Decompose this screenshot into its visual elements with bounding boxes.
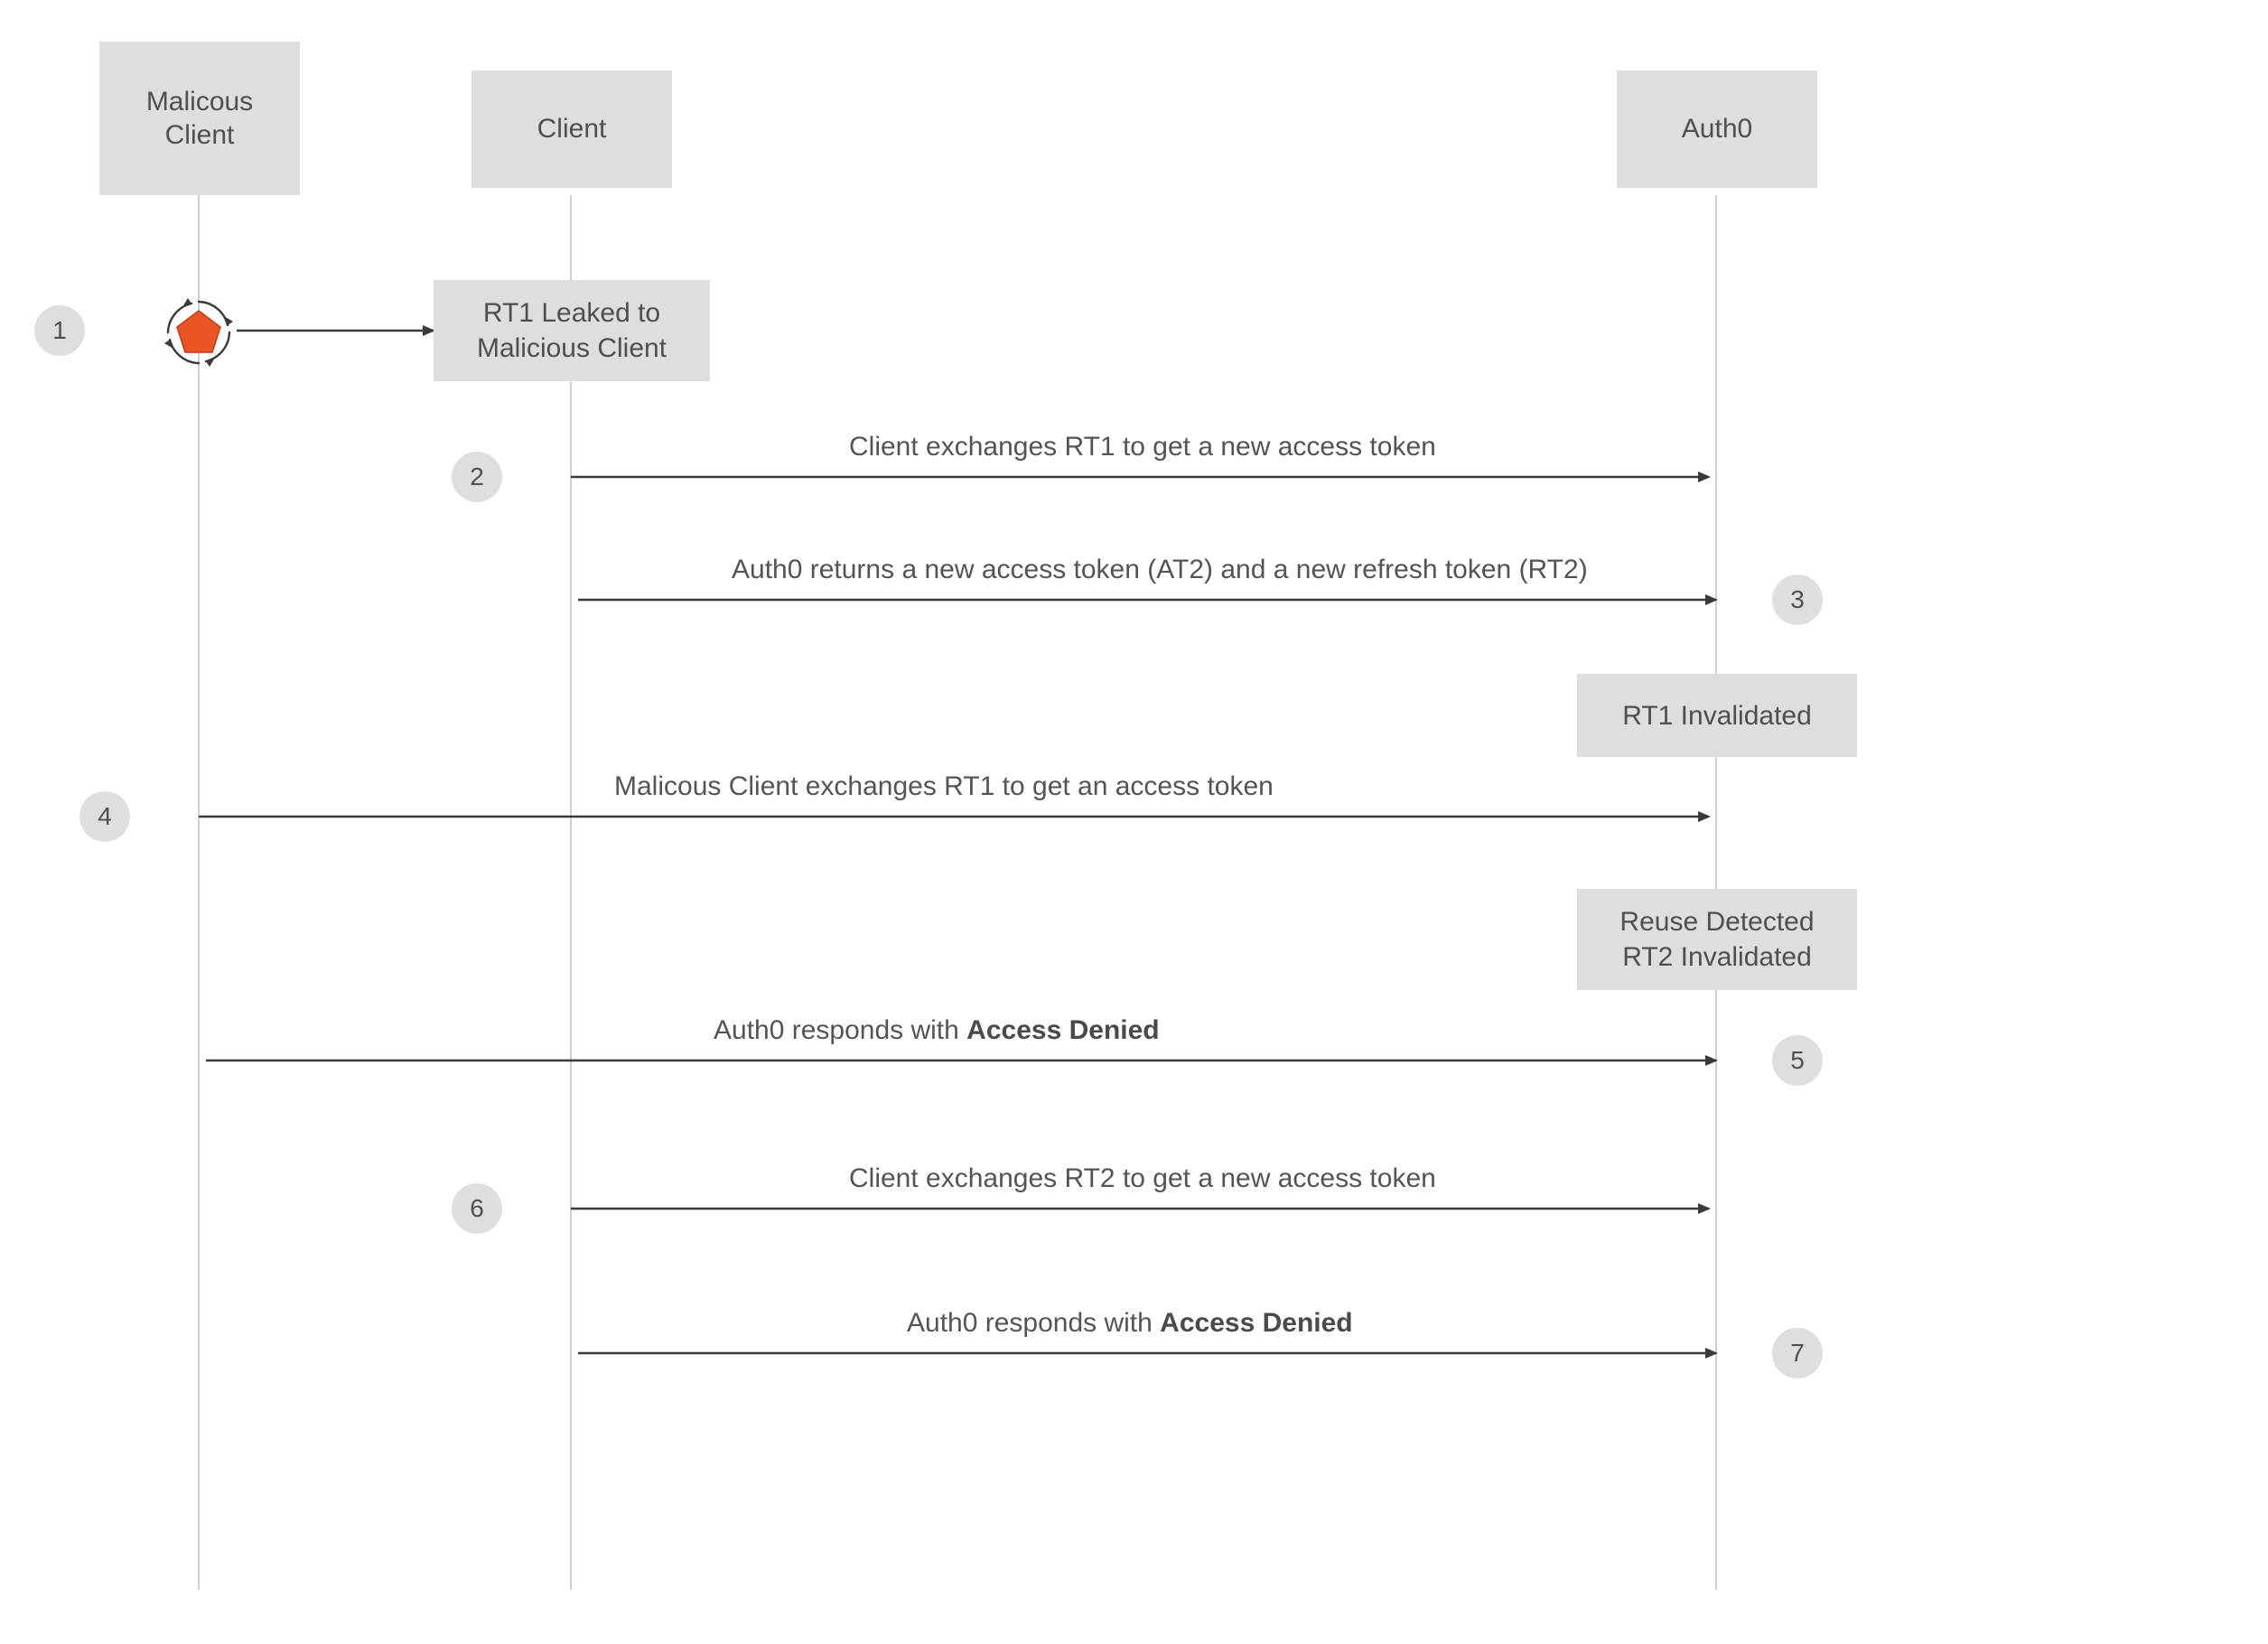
message-text-pre: Auth0 responds with [714, 1015, 966, 1045]
message-text-bold: Access Denied [966, 1015, 1159, 1045]
sequence-diagram: Malicous Client Client Auth0 1 2 3 4 5 6… [0, 0, 2268, 1644]
participant-malicious-client: Malicous Client [99, 42, 300, 195]
message-label-4: Malicous Client exchanges RT1 to get an … [614, 771, 1274, 802]
malicious-pentagon-icon [161, 294, 237, 370]
message-label-3: Auth0 returns a new access token (AT2) a… [732, 555, 1588, 585]
note-text: RT1 Invalidated [1622, 698, 1812, 733]
participant-label: Auth0 [1682, 112, 1752, 146]
step-badge-3: 3 [1772, 574, 1823, 625]
participant-client: Client [471, 70, 672, 188]
message-label-6: Client exchanges RT2 to get a new access… [849, 1163, 1436, 1194]
step-badge-2: 2 [452, 452, 502, 502]
message-text: Client exchanges RT1 to get a new access… [849, 432, 1436, 462]
step-number: 6 [470, 1194, 484, 1223]
note-text: Reuse Detected RT2 Invalidated [1619, 904, 1814, 975]
participant-label: Client [537, 112, 607, 146]
step-badge-6: 6 [452, 1183, 502, 1234]
participant-label: Malicous Client [146, 85, 253, 153]
note-reuse-detected: Reuse Detected RT2 Invalidated [1577, 889, 1857, 990]
message-label-5: Auth0 responds with Access Denied [714, 1015, 1160, 1046]
participant-auth0: Auth0 [1617, 70, 1817, 188]
note-rt1-invalidated: RT1 Invalidated [1577, 674, 1857, 757]
step-badge-7: 7 [1772, 1328, 1823, 1378]
message-text-pre: Auth0 responds with [907, 1308, 1160, 1338]
step-number: 1 [52, 316, 67, 345]
message-text: Auth0 returns a new access token (AT2) a… [732, 555, 1588, 584]
arrows-overlay [0, 0, 2268, 1644]
step-number: 3 [1790, 585, 1805, 614]
lifeline-malicious-client [198, 195, 200, 1590]
step-number: 2 [470, 462, 484, 491]
step-badge-5: 5 [1772, 1035, 1823, 1086]
step-badge-4: 4 [79, 791, 130, 842]
step-number: 5 [1790, 1046, 1805, 1075]
step-badge-1: 1 [34, 305, 85, 356]
note-text: RT1 Leaked to Malicious Client [477, 295, 667, 366]
message-label-2: Client exchanges RT1 to get a new access… [849, 432, 1436, 462]
message-text: Malicous Client exchanges RT1 to get an … [614, 771, 1274, 801]
message-label-7: Auth0 responds with Access Denied [907, 1308, 1353, 1339]
message-text-bold: Access Denied [1160, 1308, 1352, 1338]
lifeline-client [570, 195, 572, 1590]
message-text: Client exchanges RT2 to get a new access… [849, 1163, 1436, 1193]
note-rt1-leaked: RT1 Leaked to Malicious Client [434, 280, 710, 381]
step-number: 4 [98, 802, 112, 831]
step-number: 7 [1790, 1339, 1805, 1368]
